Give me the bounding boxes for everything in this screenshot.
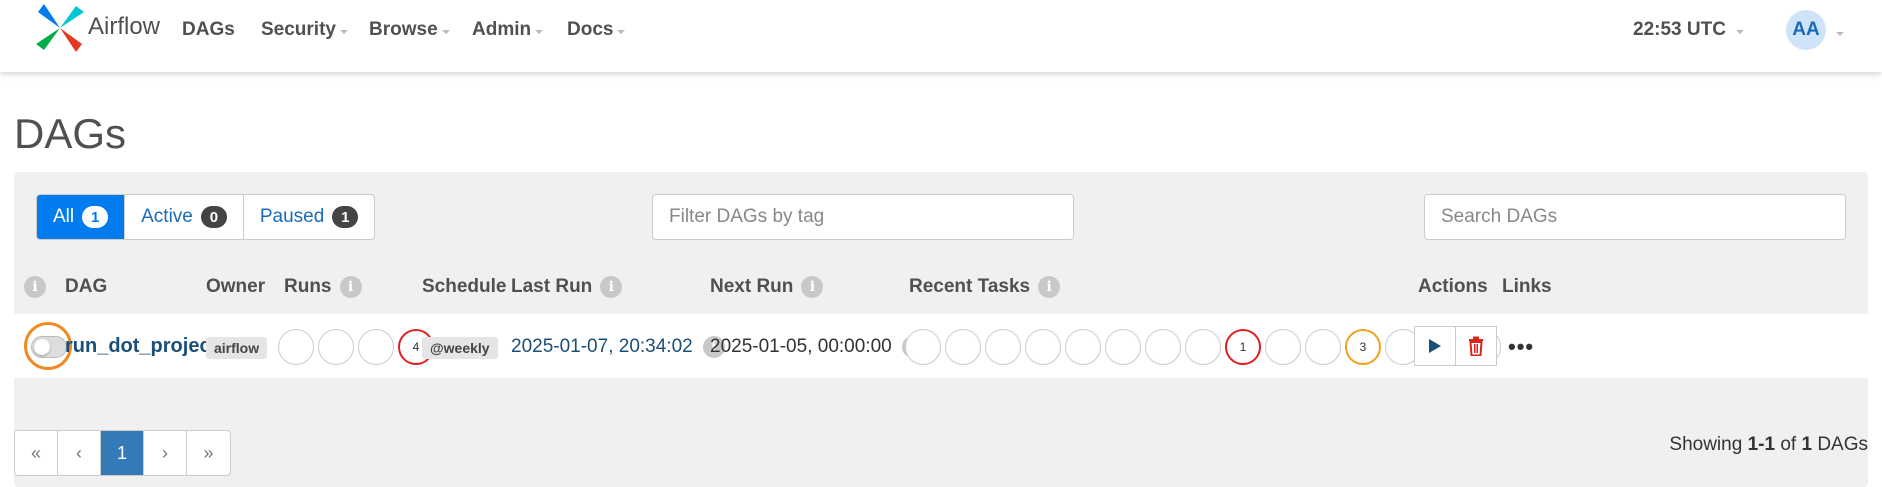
task-status-circle[interactable] <box>1305 329 1341 365</box>
task-status-circle[interactable] <box>1065 329 1101 365</box>
count-badge: 0 <box>200 206 227 228</box>
info-icon[interactable]: i <box>1038 276 1061 298</box>
task-status-circle[interactable] <box>905 329 941 365</box>
last-run-link[interactable]: 2025-01-07, 20:34:02 <box>511 336 693 358</box>
task-status-circle[interactable] <box>945 329 981 365</box>
header-schedule: Schedule <box>422 276 507 297</box>
dag-id-link[interactable]: run_dot_project <box>65 335 217 358</box>
chevron-down-icon <box>339 30 348 34</box>
count-badge: 1 <box>82 206 109 228</box>
header-links: Links <box>1502 276 1552 297</box>
header-dag[interactable]: DAG <box>65 276 107 298</box>
next-run: 2025-01-05, 00:00:00i <box>710 336 924 358</box>
last-page-button[interactable]: » <box>187 431 230 475</box>
more-links-icon[interactable]: ••• <box>1508 334 1534 360</box>
filter-paused-button[interactable]: Paused 1 <box>244 195 374 239</box>
nav-dags[interactable]: DAGs <box>182 19 235 41</box>
nav-admin[interactable]: Admin <box>472 19 544 41</box>
current-page-button[interactable]: 1 <box>101 431 144 475</box>
last-run: 2025-01-07, 20:34:02 i <box>511 336 725 358</box>
top-navbar: Airflow DAGs Security Browse Admin Docs … <box>0 0 1882 72</box>
airflow-logo-icon[interactable] <box>34 2 86 54</box>
task-status-upstream-failed[interactable]: 3 <box>1345 329 1381 365</box>
run-status-success[interactable] <box>318 329 354 365</box>
pagination: « ‹ 1 › » <box>14 430 231 476</box>
header-info: i <box>24 276 46 298</box>
task-status-circle[interactable] <box>1145 329 1181 365</box>
filter-all-button[interactable]: All 1 <box>37 195 126 239</box>
info-icon[interactable]: i <box>24 276 46 298</box>
next-page-button[interactable]: › <box>144 431 187 475</box>
run-status-queued[interactable] <box>278 329 314 365</box>
header-owner[interactable]: Owner <box>206 276 265 298</box>
task-status-circle[interactable] <box>985 329 1021 365</box>
chevron-down-icon <box>1735 30 1744 34</box>
tag-filter-input[interactable]: Filter DAGs by tag <box>652 194 1074 240</box>
delete-dag-button[interactable] <box>1455 326 1497 366</box>
user-avatar[interactable]: AA <box>1786 10 1826 50</box>
info-icon[interactable]: i <box>801 276 824 298</box>
nav-security[interactable]: Security <box>261 19 348 41</box>
header-actions: Actions <box>1418 276 1488 297</box>
task-status-circle[interactable] <box>1185 329 1221 365</box>
table-row: run_dot_project airflow 4 @weekly 2025-0… <box>14 314 1868 378</box>
chevron-down-icon <box>617 30 626 34</box>
timezone-dropdown[interactable]: 22:53 UTC <box>1633 19 1744 41</box>
header-last-run: Last Run i <box>511 276 623 298</box>
pause-toggle[interactable] <box>31 336 67 358</box>
count-badge: 1 <box>332 206 359 228</box>
chevron-down-icon[interactable] <box>1836 32 1844 36</box>
first-page-button[interactable]: « <box>15 431 58 475</box>
chevron-down-icon <box>441 30 450 34</box>
trash-icon <box>1469 336 1483 356</box>
task-status-failed[interactable]: 1 <box>1225 329 1261 365</box>
status-filter-group: All 1 Active 0 Paused 1 <box>36 194 376 240</box>
nav-docs[interactable]: Docs <box>567 19 626 41</box>
dags-panel: All 1 Active 0 Paused 1 Filter DAGs by t… <box>14 172 1868 487</box>
nav-browse[interactable]: Browse <box>369 19 450 41</box>
showing-count: Showing 1-1 of 1 DAGs <box>1669 434 1868 455</box>
header-recent-tasks: Recent Tasks i <box>909 276 1061 298</box>
page-title: DAGs <box>14 110 127 157</box>
info-icon[interactable]: i <box>600 276 623 298</box>
search-dags-input[interactable]: Search DAGs <box>1424 194 1846 240</box>
brand-name[interactable]: Airflow <box>88 13 160 41</box>
filter-active-button[interactable]: Active 0 <box>125 195 244 239</box>
task-status-circle[interactable] <box>1105 329 1141 365</box>
task-status-circle[interactable] <box>1265 329 1301 365</box>
chevron-down-icon <box>535 30 544 34</box>
toggle-knob <box>34 339 50 355</box>
play-icon <box>1429 339 1441 353</box>
header-runs: Runs i <box>284 276 362 298</box>
runs-status-circles: 4 <box>278 329 434 365</box>
header-next-run: Next Run i <box>710 276 824 298</box>
owner-badge[interactable]: airflow <box>206 337 268 359</box>
trigger-dag-button[interactable] <box>1414 326 1456 366</box>
prev-page-button[interactable]: ‹ <box>58 431 101 475</box>
schedule-badge[interactable]: @weekly <box>422 337 498 359</box>
info-icon[interactable]: i <box>339 276 362 298</box>
task-status-circle[interactable] <box>1025 329 1061 365</box>
run-status-running[interactable] <box>358 329 394 365</box>
recent-tasks-circles: 1 3 <box>905 329 1501 365</box>
